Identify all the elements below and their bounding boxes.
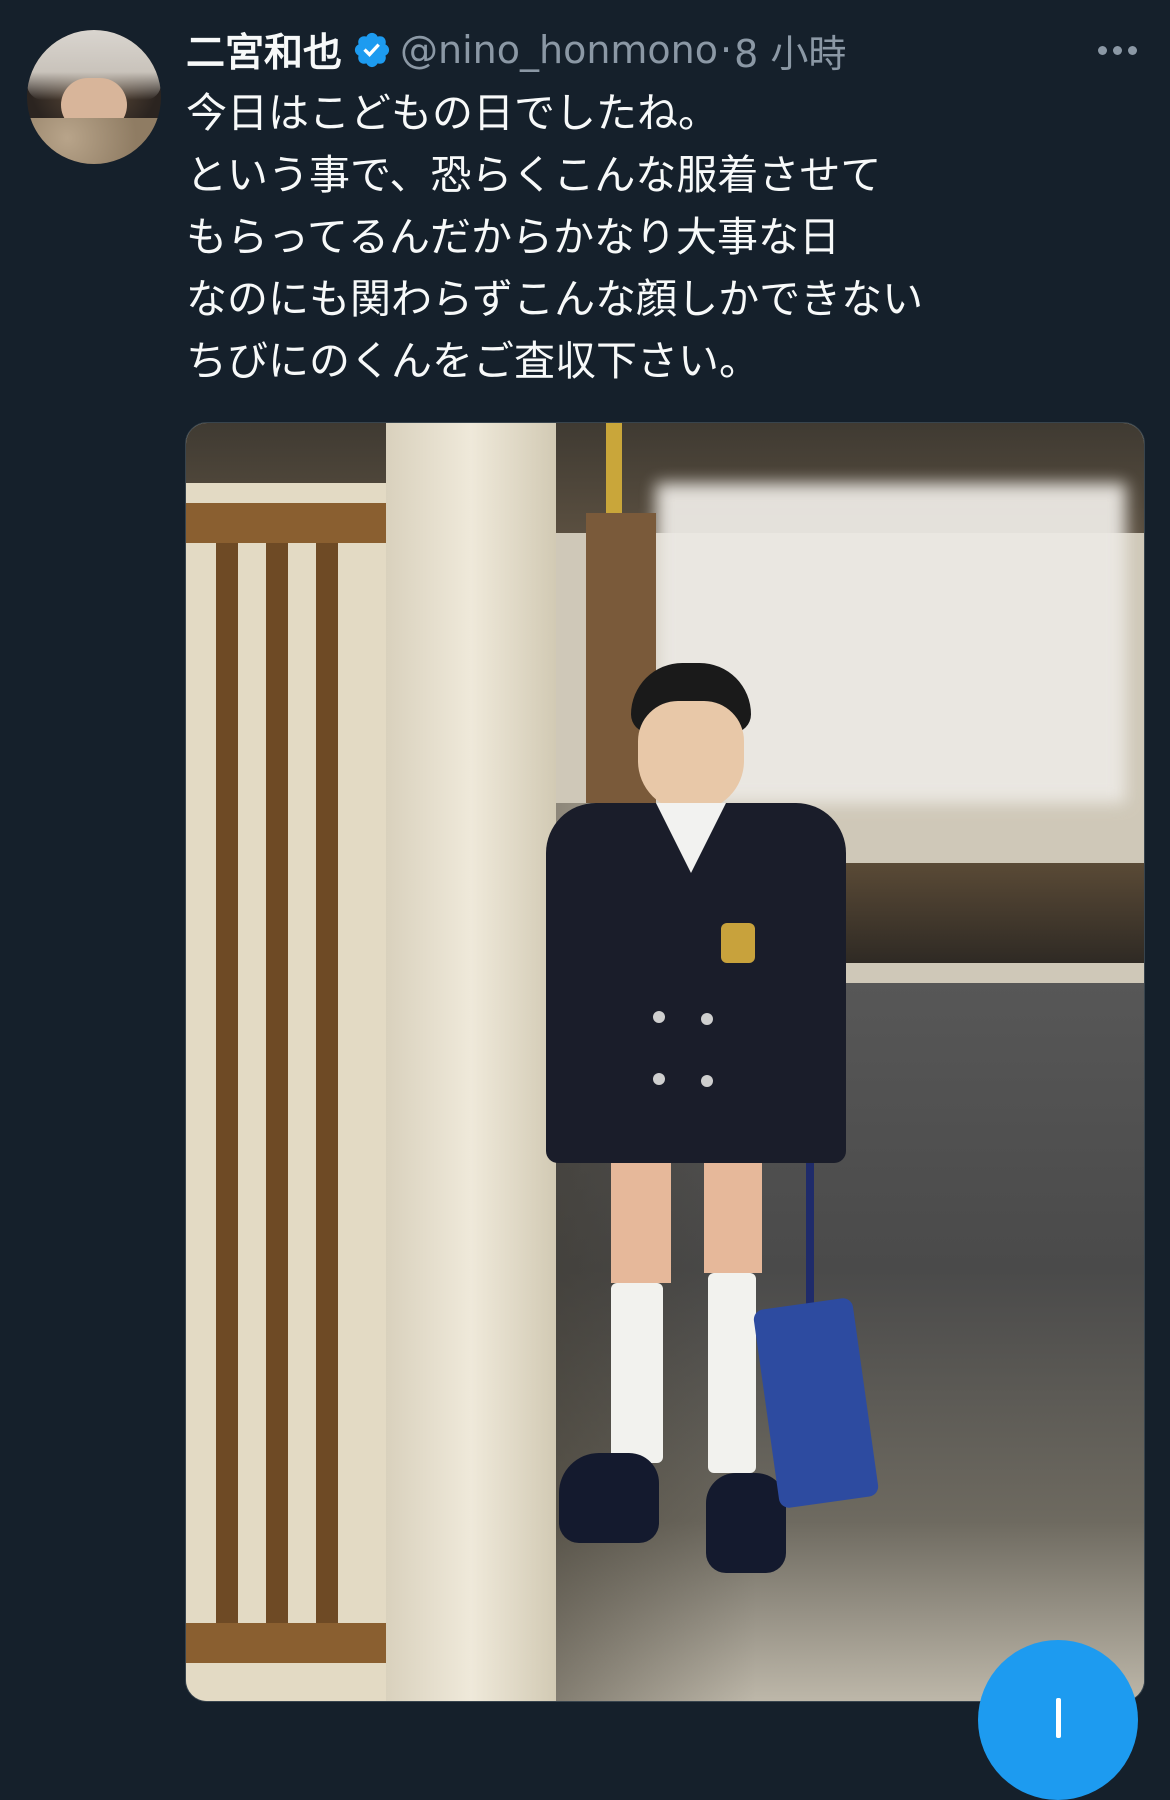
- more-options-icon[interactable]: [1092, 30, 1142, 70]
- photo-bag-strap: [806, 1163, 814, 1313]
- verified-badge-icon: [352, 30, 392, 70]
- tweet-time[interactable]: 8 小時: [734, 23, 846, 78]
- photo-rail: [826, 863, 1144, 963]
- tweet-photo[interactable]: [185, 422, 1145, 1702]
- photo-child-shoe: [559, 1453, 659, 1543]
- author-handle[interactable]: @nino_honmono: [400, 28, 718, 72]
- tweet-text-line: なのにも関わらずこんな顔しかできない: [186, 275, 924, 323]
- photo-child-shoe: [706, 1473, 786, 1573]
- photo-child-button: [653, 1011, 665, 1023]
- photo-gate-bar: [186, 503, 386, 543]
- tweet-text: 今日はこどもの日でしたね。 という事で、恐らくこんな服着させて もらってるんだか…: [186, 82, 1126, 392]
- author-name[interactable]: 二宮和也: [186, 22, 342, 78]
- more-dot: [1127, 45, 1137, 55]
- meta-separator: ·: [720, 28, 733, 72]
- avatar-scarf: [27, 118, 161, 164]
- photo-child-sock: [611, 1283, 663, 1463]
- photo-child-emblem: [721, 923, 755, 963]
- photo-child-leg: [611, 1163, 671, 1283]
- tweet-text-line: 今日はこどもの日でしたね。: [186, 89, 719, 137]
- photo-pole: [606, 423, 622, 513]
- photo-gate-bar: [216, 543, 238, 1623]
- photo-child-face: [638, 701, 744, 811]
- photo-child-button: [653, 1073, 665, 1085]
- tweet-text-line: もらってるんだからかなり大事な日: [186, 213, 840, 261]
- tweet-text-line: ちびにのくんをご査収下さい。: [186, 337, 760, 385]
- photo-child-button: [701, 1075, 713, 1087]
- photo-child-leg: [704, 1163, 762, 1273]
- photo-gate-pillar: [386, 423, 556, 1701]
- compose-plus-icon: [1056, 1698, 1061, 1738]
- tweet-header: 二宮和也 @nino_honmono · 8 小時: [186, 22, 846, 78]
- photo-gate-bar: [316, 543, 338, 1623]
- tweet[interactable]: 二宮和也 @nino_honmono · 8 小時 今日はこどもの日でしたね。 …: [0, 0, 1170, 1800]
- author-avatar[interactable]: [27, 30, 161, 164]
- photo-gate-bar: [186, 1623, 386, 1663]
- more-dot: [1112, 45, 1122, 55]
- compose-tweet-button[interactable]: [978, 1640, 1138, 1800]
- photo-child-button: [701, 1013, 713, 1025]
- photo-gate-bar: [266, 543, 288, 1623]
- photo-child-sock: [708, 1273, 756, 1473]
- more-dot: [1097, 45, 1107, 55]
- tweet-text-line: という事で、恐らくこんな服着させて: [186, 151, 882, 199]
